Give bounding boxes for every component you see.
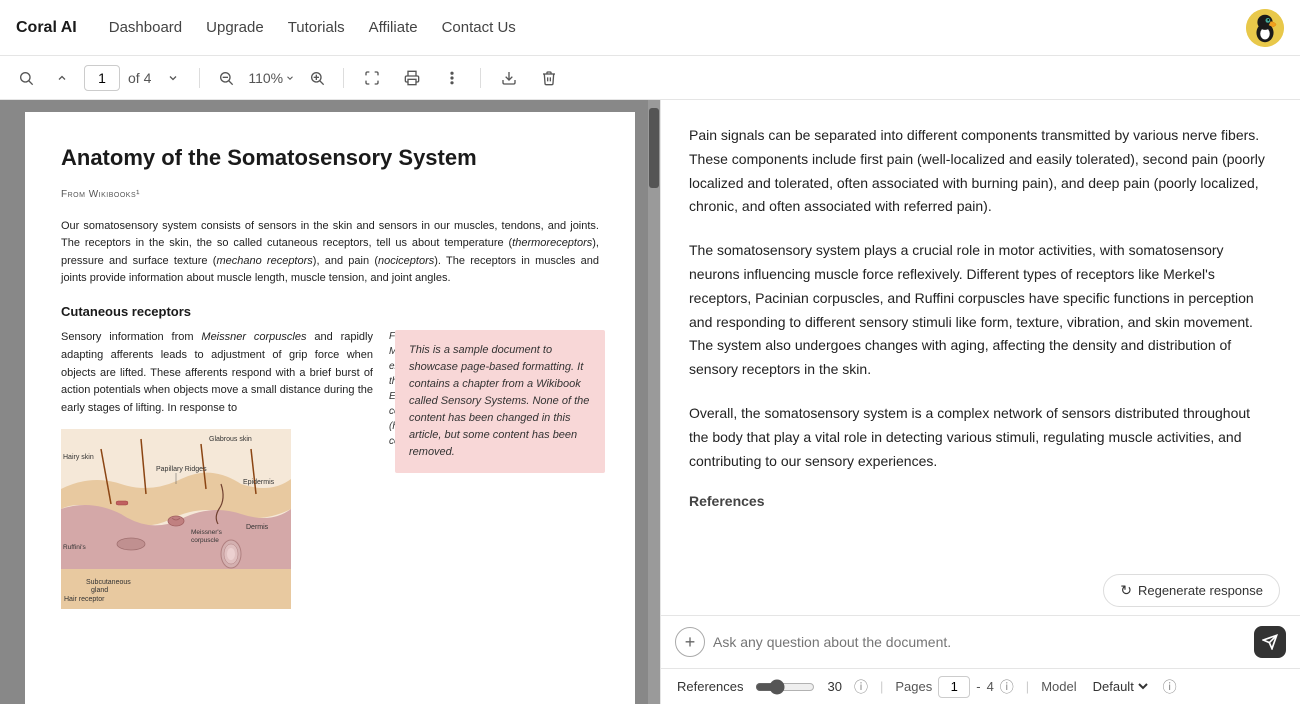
brand-name: Coral AI bbox=[16, 19, 77, 37]
main-layout: Anatomy of the Somatosensory System From… bbox=[0, 100, 1300, 704]
svg-text:Epidermis: Epidermis bbox=[243, 479, 275, 486]
model-select[interactable]: Default GPT-4 Claude bbox=[1089, 678, 1151, 695]
pages-info-icon[interactable]: ⓘ bbox=[1000, 677, 1014, 697]
svg-text:Glabrous skin: Glabrous skin bbox=[209, 436, 252, 443]
svg-text:Subcutaneous: Subcutaneous bbox=[86, 579, 131, 586]
download-button[interactable] bbox=[493, 62, 525, 94]
nav-tutorials[interactable]: Tutorials bbox=[288, 19, 345, 36]
pages-dash: - bbox=[976, 679, 980, 694]
references-count: 30 bbox=[827, 679, 841, 694]
pdf-scrollbar-thumb[interactable] bbox=[649, 108, 659, 188]
page-down-button[interactable] bbox=[159, 64, 187, 92]
pdf-section-cutaneous: Cutaneous receptors bbox=[61, 302, 599, 322]
pages-from-input[interactable]: 1 bbox=[938, 676, 970, 698]
nav-upgrade[interactable]: Upgrade bbox=[206, 19, 264, 36]
model-label: Model bbox=[1041, 679, 1076, 694]
references-slider[interactable] bbox=[755, 679, 815, 695]
figure-skin-diagram: Hairy skin Glabrous skin Epidermis Dermi… bbox=[61, 429, 291, 615]
avatar[interactable] bbox=[1246, 9, 1284, 47]
regenerate-label: Regenerate response bbox=[1138, 583, 1263, 598]
pages-label: Pages bbox=[895, 679, 932, 694]
pdf-toolbar: 1 of 4 110% bbox=[0, 56, 1300, 100]
more-options-button[interactable] bbox=[436, 62, 468, 94]
footer-references-label: References bbox=[677, 679, 743, 694]
nav-affiliate[interactable]: Affiliate bbox=[369, 19, 418, 36]
zoom-display: 110% bbox=[248, 70, 295, 86]
zoom-in-button[interactable] bbox=[303, 64, 331, 92]
pdf-intro: Our somatosensory system consists of sen… bbox=[61, 218, 599, 288]
pages-to: 4 bbox=[987, 679, 994, 694]
search-button[interactable] bbox=[12, 64, 40, 92]
regenerate-area: ↻ Regenerate response bbox=[661, 566, 1300, 615]
chat-add-button[interactable]: + bbox=[675, 627, 705, 657]
pdf-title: Anatomy of the Somatosensory System bbox=[61, 144, 599, 173]
pdf-page: Anatomy of the Somatosensory System From… bbox=[25, 112, 635, 704]
pdf-panel: Anatomy of the Somatosensory System From… bbox=[0, 100, 660, 704]
svg-text:corpuscle: corpuscle bbox=[191, 537, 219, 544]
print-button[interactable] bbox=[396, 62, 428, 94]
chat-input[interactable] bbox=[713, 630, 1246, 654]
references-label: References bbox=[689, 493, 1272, 509]
svg-text:Dermis: Dermis bbox=[246, 524, 269, 531]
nav-contact[interactable]: Contact Us bbox=[442, 19, 516, 36]
top-nav: Coral AI Dashboard Upgrade Tutorials Aff… bbox=[0, 0, 1300, 56]
fit-page-button[interactable] bbox=[356, 62, 388, 94]
page-input[interactable]: 1 bbox=[84, 65, 120, 91]
svg-text:Meissner's: Meissner's bbox=[191, 529, 223, 536]
footer-pages: Pages 1 - 4 ⓘ bbox=[895, 676, 1013, 698]
footer-bar: References 30 ⓘ | Pages 1 - 4 ⓘ | Model … bbox=[661, 668, 1300, 704]
ai-panel: Pain signals can be separated into diffe… bbox=[660, 100, 1300, 704]
ai-text-2: The somatosensory system plays a crucial… bbox=[689, 239, 1272, 382]
page-total: of 4 bbox=[128, 70, 151, 86]
pdf-section1-text: Sensory information from Meissner corpus… bbox=[61, 329, 373, 417]
references-info-icon[interactable]: ⓘ bbox=[854, 677, 868, 697]
svg-text:Hairy skin: Hairy skin bbox=[63, 454, 94, 461]
regenerate-icon: ↻ bbox=[1120, 582, 1132, 599]
ai-text-3: Overall, the somatosensory system is a c… bbox=[689, 402, 1272, 473]
svg-text:gland: gland bbox=[91, 587, 108, 594]
svg-text:Papillary Ridges: Papillary Ridges bbox=[156, 466, 207, 473]
pdf-scrollbar[interactable] bbox=[648, 100, 660, 704]
chat-send-button[interactable] bbox=[1254, 626, 1286, 658]
send-icon bbox=[1262, 634, 1278, 650]
nav-dashboard[interactable]: Dashboard bbox=[109, 19, 182, 36]
ai-content: Pain signals can be separated into diffe… bbox=[661, 100, 1300, 566]
pdf-col-left: Sensory information from Meissner corpus… bbox=[61, 329, 373, 615]
pdf-annotation-box: This is a sample document to showcase pa… bbox=[395, 330, 605, 473]
page-up-button[interactable] bbox=[48, 64, 76, 92]
svg-text:Ruffini's: Ruffini's bbox=[63, 544, 87, 551]
regenerate-button[interactable]: ↻ Regenerate response bbox=[1103, 574, 1280, 607]
chat-input-row: + bbox=[661, 615, 1300, 668]
zoom-out-button[interactable] bbox=[212, 64, 240, 92]
pdf-from: From Wikibooks¹ bbox=[61, 187, 599, 202]
ai-text-1: Pain signals can be separated into diffe… bbox=[689, 124, 1272, 219]
delete-button[interactable] bbox=[533, 62, 565, 94]
svg-text:Hair receptor: Hair receptor bbox=[64, 596, 105, 603]
model-info-icon[interactable]: ⓘ bbox=[1163, 677, 1177, 697]
